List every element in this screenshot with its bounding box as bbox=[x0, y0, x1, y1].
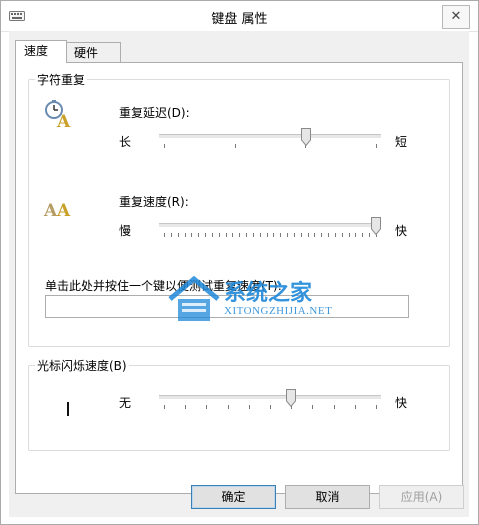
close-button[interactable]: ✕ bbox=[442, 5, 470, 29]
slider-tick bbox=[206, 405, 207, 409]
svg-text:A: A bbox=[56, 112, 71, 129]
repeat-rate-label: 重复速度(R): bbox=[119, 195, 189, 209]
slider-tick bbox=[185, 405, 186, 409]
slider-tick bbox=[246, 233, 247, 237]
tab-panel-speed: 字符重复 A 重复延迟(D): 长 短 A A 重复速度(R): 慢 快 单击此… bbox=[15, 62, 463, 494]
slider-tick bbox=[178, 233, 179, 237]
slider-tick bbox=[335, 233, 336, 237]
slider-tick bbox=[253, 233, 254, 237]
slider-tick bbox=[239, 233, 240, 237]
slider-tick bbox=[212, 233, 213, 237]
keyboard-properties-window: 键盘 属性 ✕ 速度 硬件 字符重复 A 重复延迟(D): 长 短 A A 重复… bbox=[0, 0, 479, 525]
repeat-rate-max-label: 快 bbox=[395, 224, 408, 238]
repeat-rate-min-label: 慢 bbox=[119, 224, 132, 238]
repeat-rate-icon: A A bbox=[43, 201, 71, 220]
slider-tick bbox=[198, 233, 199, 237]
repeat-delay-max-label: 短 bbox=[395, 135, 408, 149]
slider-thumb[interactable] bbox=[371, 217, 381, 235]
slider-tick bbox=[280, 233, 281, 237]
slider-tick bbox=[328, 233, 329, 237]
cursor-blink-group: 光标闪烁速度(B) 无 快 bbox=[28, 357, 450, 451]
svg-text:A: A bbox=[56, 201, 71, 220]
slider-track[interactable] bbox=[159, 134, 381, 139]
tab-hardware[interactable]: 硬件 bbox=[65, 42, 121, 63]
title-bar[interactable]: 键盘 属性 ✕ bbox=[1, 1, 478, 32]
cursor-blink-group-label: 光标闪烁速度(B) bbox=[35, 357, 129, 374]
repeat-delay-icon: A bbox=[45, 100, 71, 129]
slider-tick bbox=[164, 144, 165, 148]
slider-thumb[interactable] bbox=[301, 128, 311, 146]
slider-ticks bbox=[159, 405, 381, 409]
slider-tick bbox=[314, 233, 315, 237]
slider-tick bbox=[270, 405, 271, 409]
repeat-rate-slider[interactable] bbox=[159, 217, 381, 243]
slider-tick bbox=[249, 405, 250, 409]
slider-tick bbox=[235, 144, 236, 148]
cursor-blink-preview bbox=[67, 402, 69, 416]
slider-tick bbox=[273, 233, 274, 237]
slider-tick bbox=[191, 233, 192, 237]
slider-tick bbox=[376, 405, 377, 409]
slider-tick bbox=[321, 233, 322, 237]
slider-tick bbox=[219, 233, 220, 237]
slider-tick bbox=[312, 405, 313, 409]
slider-tick bbox=[260, 233, 261, 237]
slider-tick bbox=[369, 233, 370, 237]
slider-tick bbox=[362, 233, 363, 237]
slider-tick bbox=[376, 144, 377, 148]
slider-tick bbox=[355, 233, 356, 237]
window-title: 键盘 属性 bbox=[211, 12, 268, 27]
slider-tick bbox=[226, 233, 227, 237]
slider-tick bbox=[164, 233, 165, 237]
cursor-blink-slider[interactable] bbox=[159, 389, 381, 415]
slider-tick bbox=[308, 233, 309, 237]
slider-tick bbox=[205, 233, 206, 237]
ok-button[interactable]: 确定 bbox=[191, 485, 276, 509]
cancel-button[interactable]: 取消 bbox=[285, 485, 370, 509]
slider-tick bbox=[342, 233, 343, 237]
slider-tick bbox=[232, 233, 233, 237]
repeat-delay-slider[interactable] bbox=[159, 128, 381, 154]
repeat-delay-min-label: 长 bbox=[119, 135, 132, 149]
svg-text:A: A bbox=[43, 201, 58, 220]
slider-tick bbox=[171, 233, 172, 237]
slider-track[interactable] bbox=[159, 395, 381, 400]
cursor-blink-max-label: 快 bbox=[395, 396, 408, 410]
slider-tick bbox=[355, 405, 356, 409]
slider-track[interactable] bbox=[159, 223, 381, 228]
cursor-blink-min-label: 无 bbox=[119, 396, 132, 410]
slider-tick bbox=[164, 405, 165, 409]
repeat-test-label: 单击此处并按住一个键以便测试重复速度(T): bbox=[45, 279, 282, 293]
slider-tick bbox=[294, 233, 295, 237]
slider-tick bbox=[267, 233, 268, 237]
apply-button[interactable]: 应用(A) bbox=[379, 485, 464, 509]
dialog-client-area: 速度 硬件 字符重复 A 重复延迟(D): 长 短 A A 重复速度(R): 慢… bbox=[9, 31, 469, 517]
slider-tick bbox=[185, 233, 186, 237]
repeat-delay-label: 重复延迟(D): bbox=[119, 106, 190, 120]
slider-tick bbox=[287, 233, 288, 237]
char-repeat-group-label: 字符重复 bbox=[35, 71, 88, 88]
slider-tick bbox=[349, 233, 350, 237]
repeat-test-input[interactable] bbox=[45, 295, 409, 318]
slider-thumb[interactable] bbox=[286, 389, 296, 407]
tab-speed[interactable]: 速度 bbox=[15, 40, 67, 63]
slider-tick bbox=[301, 233, 302, 237]
char-repeat-group: 字符重复 A 重复延迟(D): 长 短 A A 重复速度(R): 慢 快 单击此… bbox=[28, 71, 450, 347]
slider-ticks bbox=[159, 144, 381, 148]
slider-ticks bbox=[159, 233, 381, 237]
slider-tick bbox=[334, 405, 335, 409]
slider-tick bbox=[228, 405, 229, 409]
